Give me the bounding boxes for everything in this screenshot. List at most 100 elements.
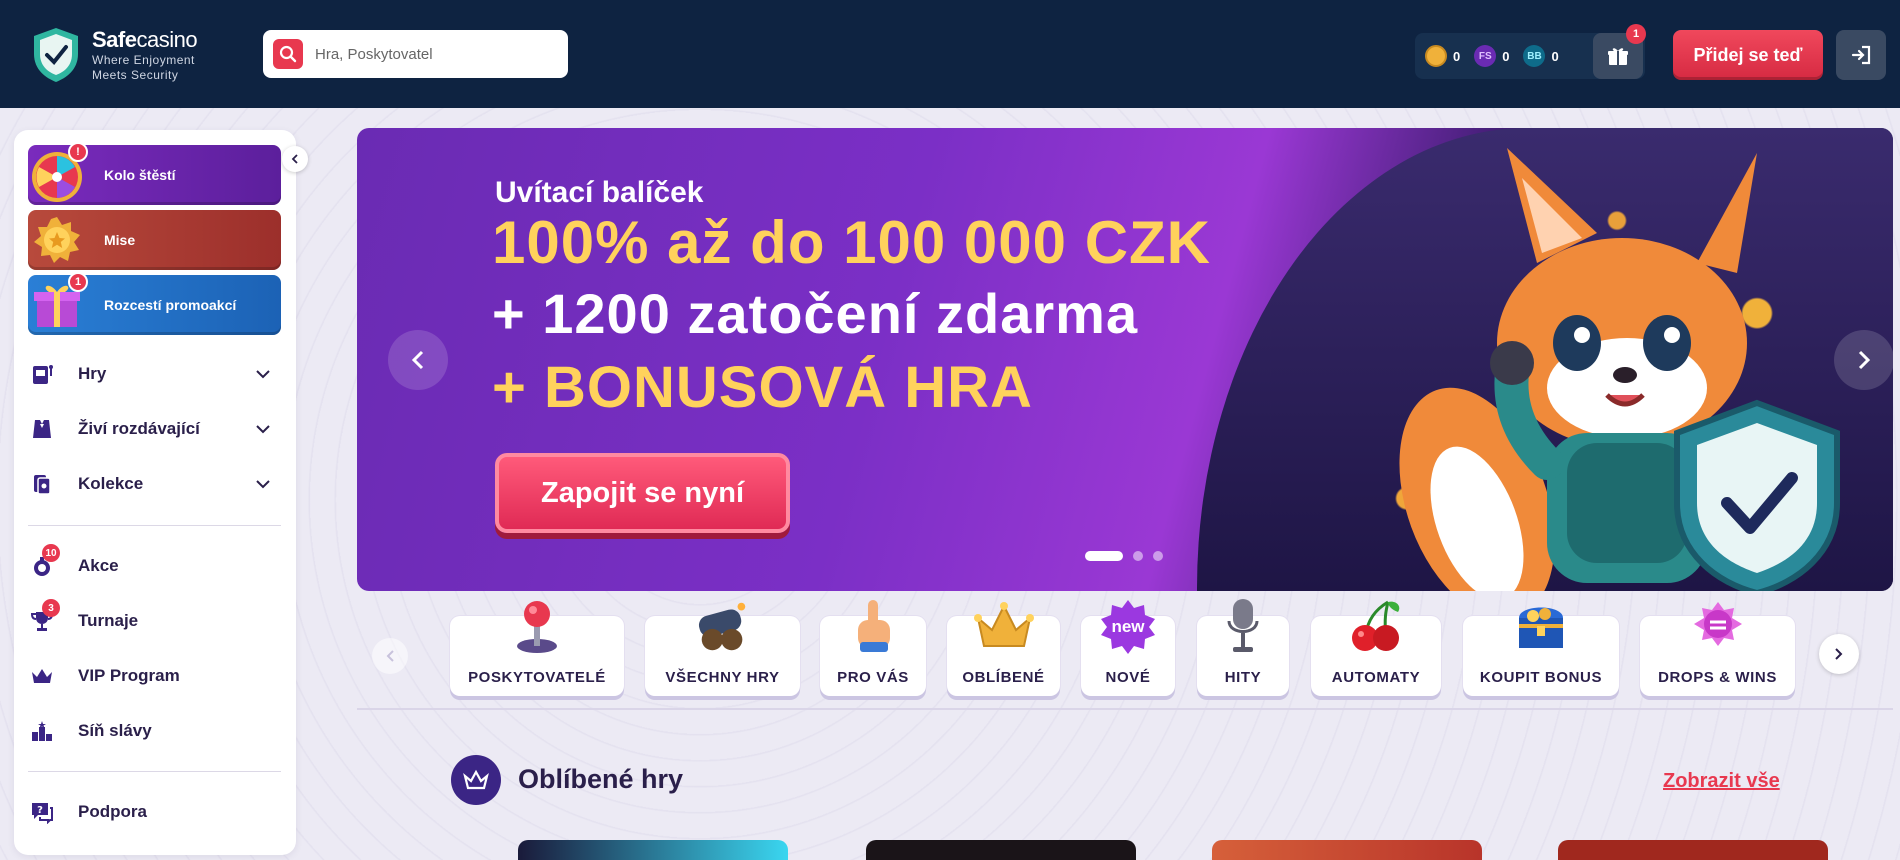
- sidebar-item-vip[interactable]: VIP Program: [28, 658, 281, 694]
- crown-icon: [28, 662, 56, 690]
- view-all-link[interactable]: Zobrazit vše: [1663, 770, 1780, 793]
- category-drops-wins[interactable]: DROPS & WINS: [1640, 602, 1795, 696]
- sidebar-item-collections[interactable]: Kolekce: [28, 466, 281, 502]
- sidebar-item-hall-of-fame[interactable]: Síň slávy: [28, 713, 281, 749]
- dealer-icon: [28, 415, 56, 443]
- tournaments-badge: 3: [42, 599, 60, 617]
- chevron-right-icon: [1858, 350, 1871, 370]
- category-new[interactable]: new NOVÉ: [1081, 600, 1175, 696]
- brand-tagline-2: Meets Security: [92, 68, 179, 82]
- fs-icon: FS: [1474, 45, 1497, 67]
- search-icon[interactable]: [273, 39, 303, 69]
- category-favorites[interactable]: OBLÍBENÉ: [947, 602, 1060, 696]
- sidebar-item-support[interactable]: ? Podpora: [28, 794, 281, 830]
- pointing-hand-icon: [843, 596, 903, 656]
- promo-missions[interactable]: Mise: [28, 210, 281, 270]
- hero-join-button[interactable]: Zapojit se nyní: [495, 453, 790, 533]
- promotions-badge: 10: [42, 544, 60, 562]
- sidebar-item-promotions[interactable]: 10 Akce: [28, 544, 281, 584]
- hero-prev-button[interactable]: [388, 330, 448, 390]
- svg-text:?: ?: [37, 805, 43, 816]
- brand-tagline-1: Where Enjoyment: [92, 53, 195, 67]
- sidebar-item-label: Turnaje: [78, 611, 139, 630]
- new-badge-icon: new: [1098, 596, 1158, 656]
- slide-dot-2[interactable]: [1133, 551, 1143, 561]
- treasure-chest-icon: [1511, 596, 1571, 656]
- chevron-left-icon: [386, 650, 394, 662]
- wheel-badge: !: [68, 142, 88, 162]
- bomb-icon: 10: [28, 544, 60, 580]
- category-label: OBLÍBENÉ: [962, 669, 1045, 686]
- chevron-down-icon: [256, 425, 270, 434]
- crown-icon: [973, 596, 1034, 656]
- svg-text:new: new: [1111, 617, 1145, 636]
- category-next-button[interactable]: [1819, 634, 1859, 674]
- category-for-you[interactable]: PRO VÁS: [820, 600, 926, 696]
- sidebar-collapse-button[interactable]: [282, 146, 308, 172]
- category-label: NOVÉ: [1105, 669, 1151, 686]
- shield-logo-icon: [34, 28, 78, 82]
- hero-subtitle: Uvítací balíček: [495, 176, 704, 209]
- sidebar-item-live-dealers[interactable]: Živí rozdávající: [28, 411, 281, 447]
- free-spins-balance: FS 0: [1474, 45, 1509, 67]
- sidebar-divider: [28, 771, 281, 772]
- gift-icon: [1608, 48, 1628, 65]
- sidebar-item-games[interactable]: Hry: [28, 356, 281, 392]
- game-card[interactable]: [866, 840, 1136, 860]
- promo-label: Mise: [104, 232, 136, 248]
- bb-icon: BB: [1523, 45, 1546, 67]
- hero-headline-3: + BONUSOVÁ HRA: [492, 355, 1033, 420]
- favorites-title: Oblíbené hry: [518, 764, 684, 794]
- promo-wheel-of-fortune[interactable]: ! Kolo štěstí: [28, 142, 281, 205]
- drops-wins-icon: [1688, 596, 1748, 656]
- category-buy-bonus[interactable]: KOUPIT BONUS: [1463, 607, 1619, 696]
- chevron-right-icon: [1835, 648, 1843, 660]
- game-card[interactable]: [1212, 840, 1482, 860]
- slide-dot-3[interactable]: [1153, 551, 1163, 561]
- game-card[interactable]: [518, 840, 788, 860]
- chevron-down-icon: [256, 480, 270, 489]
- join-button[interactable]: Přidej se teď: [1673, 30, 1823, 80]
- chevron-left-icon: [291, 154, 298, 164]
- sidebar-item-label: Kolekce: [78, 474, 144, 493]
- sidebar-item-label: Hry: [78, 364, 107, 383]
- slide-indicators: [1085, 551, 1173, 561]
- promo-hub[interactable]: 1 Rozcestí promoakcí: [28, 272, 281, 335]
- joystick-icon: [507, 596, 567, 656]
- sidebar-divider: [28, 525, 281, 526]
- coin-icon: [1425, 45, 1447, 67]
- cards-icon: [28, 470, 56, 498]
- slot-machine-icon: [28, 360, 56, 388]
- top-header: Safecasino Where Enjoyment Meets Securit…: [0, 0, 1900, 108]
- category-providers[interactable]: POSKYTOVATELÉ: [450, 601, 624, 696]
- category-all-games[interactable]: VŠECHNY HRY: [645, 602, 800, 696]
- category-prev-button[interactable]: [372, 638, 408, 674]
- game-card[interactable]: [1558, 840, 1828, 860]
- brand-name: Safecasino: [92, 27, 198, 52]
- brand-logo[interactable]: Safecasino Where Enjoyment Meets Securit…: [30, 26, 198, 84]
- hero-headline-1: 100% až do 100 000 CZK: [492, 209, 1212, 276]
- podium-icon: [28, 717, 56, 745]
- slide-dot-1[interactable]: [1085, 551, 1123, 561]
- sidebar-item-label: VIP Program: [78, 666, 180, 685]
- promo-label: Rozcestí promoakcí: [104, 297, 237, 313]
- login-icon: [1851, 45, 1871, 65]
- hero-next-button[interactable]: [1834, 330, 1893, 390]
- medal-icon: [28, 211, 86, 269]
- sidebar-item-label: Podpora: [78, 802, 147, 821]
- category-label: KOUPIT BONUS: [1479, 669, 1603, 686]
- category-bar: POSKYTOVATELÉ VŠECHNY HRY PRO VÁS OBLÍBE…: [357, 599, 1893, 710]
- gift-count-badge: 1: [1626, 24, 1646, 44]
- cherry-icon: [1346, 596, 1406, 656]
- category-slots[interactable]: AUTOMATY: [1311, 600, 1441, 696]
- hero-banner[interactable]: Uvítací balíček 100% až do 100 000 CZK +…: [357, 128, 1893, 591]
- login-button[interactable]: [1836, 30, 1886, 80]
- search-input[interactable]: [315, 45, 545, 63]
- category-label: DROPS & WINS: [1658, 669, 1777, 686]
- sidebar-item-label: Živí rozdávající: [78, 419, 200, 438]
- sidebar-item-label: Síň slávy: [78, 721, 152, 740]
- category-hits[interactable]: HITY: [1197, 599, 1289, 696]
- microphone-icon: [1213, 596, 1273, 656]
- favorites-crown-icon: [451, 755, 501, 805]
- sidebar-item-tournaments[interactable]: 3 Turnaje: [28, 599, 281, 639]
